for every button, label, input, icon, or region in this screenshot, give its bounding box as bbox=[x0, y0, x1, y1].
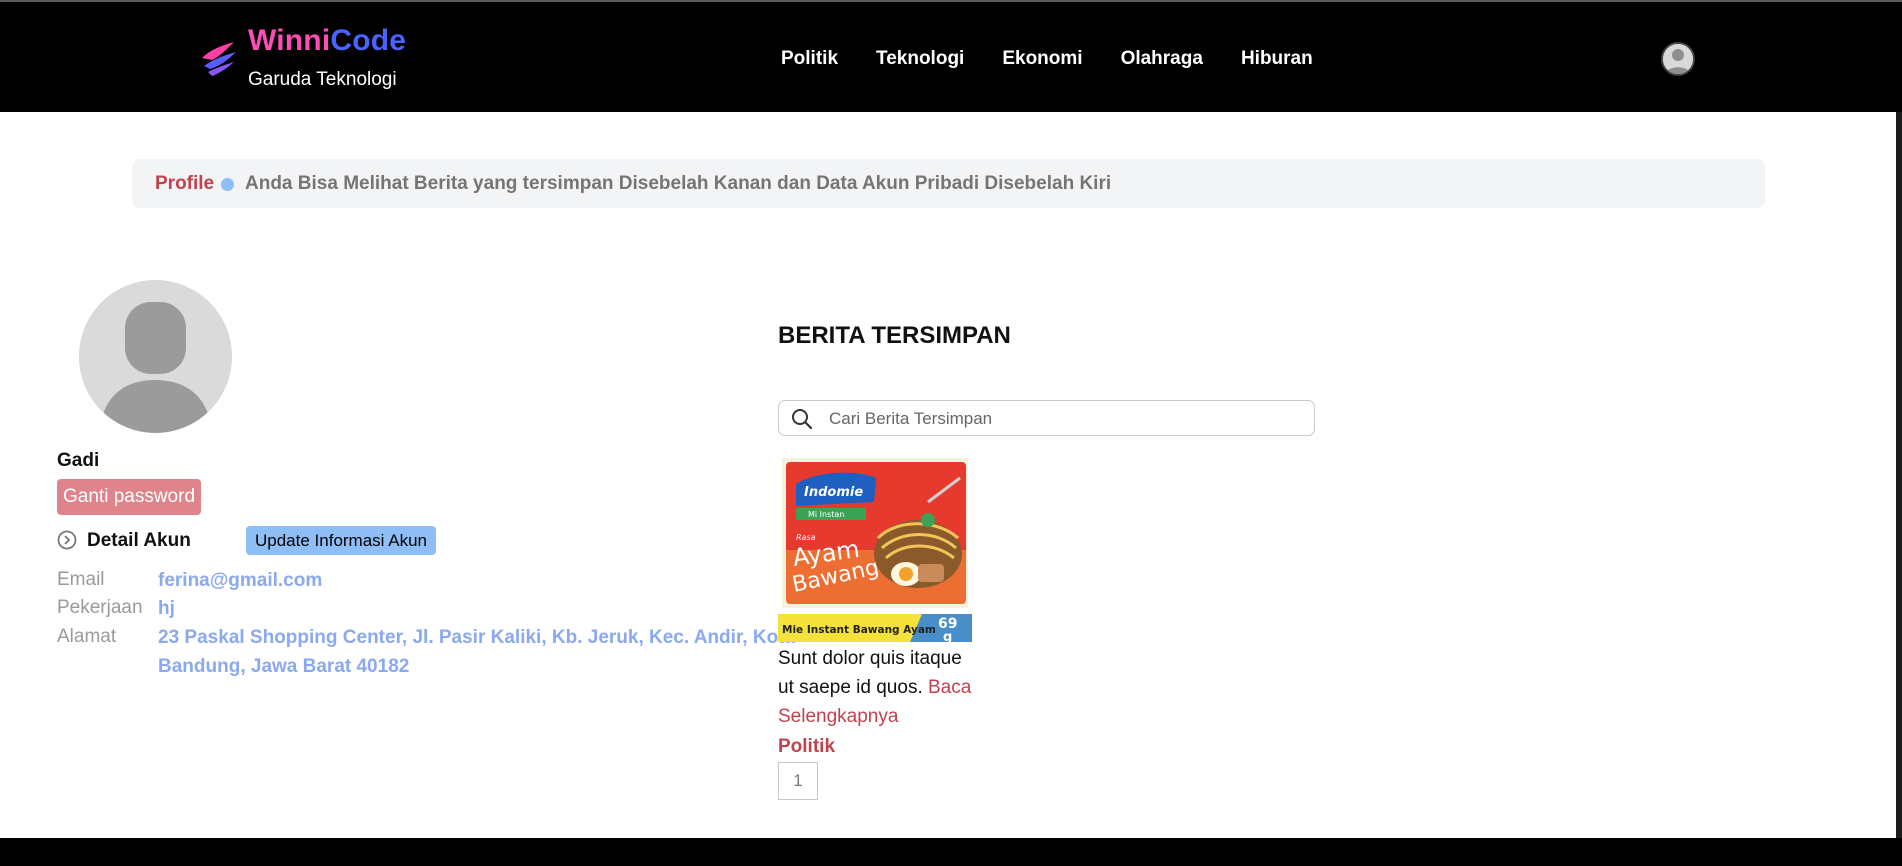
breadcrumb-message: Anda Bisa Melihat Berita yang tersimpan … bbox=[245, 173, 1112, 194]
nav-item-hiburan[interactable]: Hiburan bbox=[1241, 48, 1313, 70]
nav-item-ekonomi[interactable]: Ekonomi bbox=[1002, 48, 1082, 70]
chevron-right-circle-icon bbox=[57, 530, 77, 550]
job-label: Pekerjaan bbox=[57, 597, 143, 618]
news-category[interactable]: Politik bbox=[778, 736, 835, 758]
user-avatar-button[interactable] bbox=[1661, 42, 1695, 76]
thumbnail-type-text: Mi Instan bbox=[808, 510, 844, 519]
brand-name-part1: Winni bbox=[248, 24, 331, 57]
profile-silhouette-icon bbox=[79, 280, 232, 433]
search-input[interactable] bbox=[827, 405, 1301, 433]
brand-tagline: Garuda Teknologi bbox=[248, 69, 397, 90]
address-value-line2: Bandung, Jawa Barat 40182 bbox=[158, 656, 410, 677]
address-label: Alamat bbox=[57, 626, 117, 647]
news-thumbnail[interactable]: Indomie Mi Instan Rasa Ayam Bawang Mie I… bbox=[778, 458, 972, 642]
garuda-logo-icon[interactable] bbox=[198, 38, 238, 78]
search-icon bbox=[792, 409, 813, 430]
brand-name[interactable]: WinniCode bbox=[248, 24, 406, 58]
news-excerpt: Sunt dolor quis itaque ut saepe id quos.… bbox=[778, 644, 972, 731]
brand-name-part2: Code bbox=[330, 24, 407, 57]
profile-username: Gadi bbox=[57, 450, 100, 471]
thumbnail-weight-unit-text: g bbox=[943, 630, 952, 642]
breadcrumb: Profile Anda Bisa Melihat Berita yang te… bbox=[132, 159, 1765, 208]
main-nav: Politik Teknologi Ekonomi Olahraga Hibur… bbox=[781, 48, 1351, 70]
saved-news-search[interactable] bbox=[778, 400, 1315, 436]
account-detail-title: Detail Akun bbox=[87, 530, 191, 551]
thumbnail-caption-text: Mie Instant Bawang Ayam bbox=[782, 624, 936, 636]
address-value-line1: 23 Paskal Shopping Center, Jl. Pasir Kal… bbox=[158, 627, 796, 648]
breadcrumb-profile[interactable]: Profile bbox=[155, 173, 214, 195]
user-silhouette-icon bbox=[1663, 44, 1693, 74]
email-value: ferina@gmail.com bbox=[158, 570, 323, 591]
page-scrollbar-track[interactable] bbox=[1896, 112, 1902, 838]
update-account-button[interactable]: Update Informasi Akun bbox=[246, 526, 436, 555]
breadcrumb-dot-icon bbox=[221, 178, 234, 191]
saved-news-title: BERITA TERSIMPAN bbox=[778, 322, 1011, 349]
change-password-button[interactable]: Ganti password bbox=[57, 479, 202, 515]
nav-item-teknologi[interactable]: Teknologi bbox=[876, 48, 964, 70]
nav-item-olahraga[interactable]: Olahraga bbox=[1121, 48, 1203, 70]
nav-item-politik[interactable]: Politik bbox=[781, 48, 838, 70]
thumbnail-brand-text: Indomie bbox=[804, 485, 863, 500]
pagination-page-1[interactable]: 1 bbox=[778, 762, 818, 800]
email-label: Email bbox=[57, 569, 105, 590]
footer-bar bbox=[0, 838, 1902, 866]
job-value: hj bbox=[158, 598, 175, 619]
profile-avatar bbox=[79, 280, 232, 433]
top-navbar: WinniCode Garuda Teknologi Politik Tekno… bbox=[0, 2, 1902, 112]
